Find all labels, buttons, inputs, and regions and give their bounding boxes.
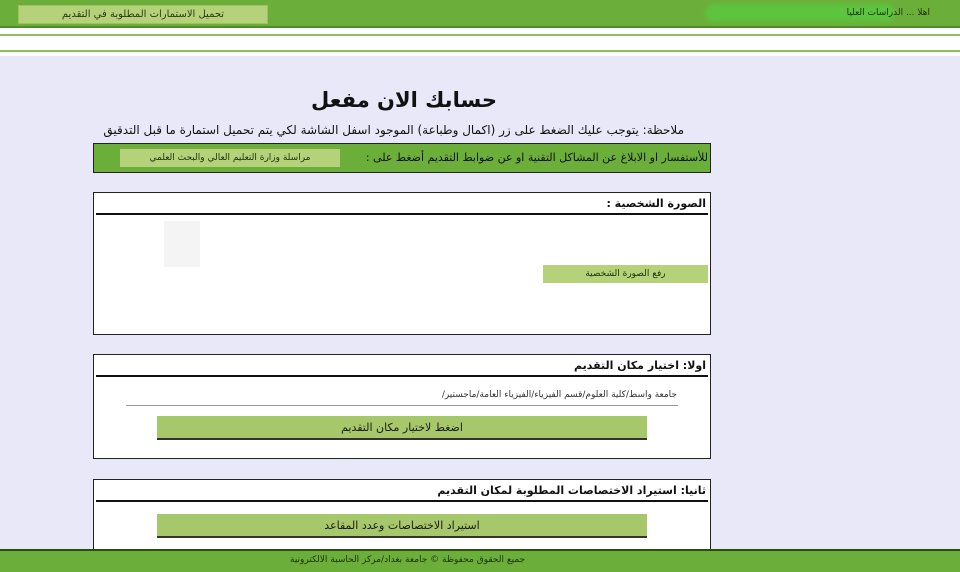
selected-place-text: جامعة واسط/كلية العلوم/قسم الفيزياء/الفي… — [441, 390, 677, 400]
divider-line — [0, 34, 960, 36]
upload-photo-button[interactable]: رفع الصورة الشخصية — [543, 265, 708, 283]
instruction-note: ملاحظة: يتوجب عليك الضغط على زر (اكمال و… — [103, 123, 684, 137]
contact-ministry-button[interactable]: مراسلة وزارة التعليم العالي والبحث العلم… — [120, 149, 340, 167]
download-forms-button[interactable]: تحميل الاستمارات المطلوبة في التقديم — [18, 5, 268, 24]
copyright-text: جميع الحقوق محفوظة © جامعة بغداد/مركز ال… — [290, 555, 526, 565]
page-title: حسابك الان مفعل — [0, 88, 808, 112]
page-title-text: حسابك الان مفعل — [311, 88, 497, 112]
application-place-panel: اولا: اختيار مكان التقديم جامعة واسط/كلي… — [93, 354, 711, 459]
place-panel-title: اولا: اختيار مكان التقديم — [96, 355, 708, 377]
contact-text: للأستفسار او الابلاغ عن المشاكل التقنية … — [365, 151, 708, 164]
top-bar: تحميل الاستمارات المطلوبة في التقديم اهل… — [0, 0, 960, 28]
specialties-panel-title: ثانيا: استيراد الاختصاصات المطلوبة لمكان… — [96, 480, 708, 502]
specialties-panel: ثانيا: استيراد الاختصاصات المطلوبة لمكان… — [93, 479, 711, 554]
welcome-text: اهلا ... الدراسات العليا — [846, 8, 930, 18]
footer: جميع الحقوق محفوظة © جامعة بغداد/مركز ال… — [0, 549, 960, 572]
import-specialties-button[interactable]: استيراد الاختصاصات وعدد المقاعد — [157, 514, 647, 538]
place-underline — [126, 405, 678, 406]
choose-place-button[interactable]: اضغط لاختيار مكان التقديم — [157, 416, 647, 440]
divider-line — [0, 50, 960, 52]
photo-preview — [164, 221, 200, 267]
photo-panel-title: الصورة الشخصية : — [96, 193, 708, 215]
contact-bar: للأستفسار او الابلاغ عن المشاكل التقنية … — [93, 143, 711, 173]
photo-panel: الصورة الشخصية : رفع الصورة الشخصية — [93, 192, 711, 335]
